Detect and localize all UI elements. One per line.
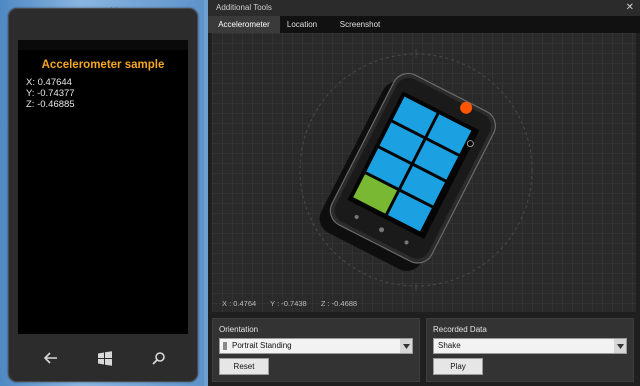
close-icon[interactable]: ✕ xyxy=(626,0,634,16)
reading-x: X: 0.47644 xyxy=(26,77,72,88)
tab-screenshot[interactable]: Screenshot xyxy=(332,16,388,33)
windows-icon[interactable] xyxy=(91,344,119,372)
recorded-data-selected: Shake xyxy=(438,341,461,350)
coord-z: Z : -0.4688 xyxy=(320,299,358,308)
recorded-data-label: Recorded Data xyxy=(433,325,487,334)
status-bar xyxy=(18,40,188,50)
phone-3d-view[interactable] xyxy=(212,33,636,312)
recorded-data-dropdown[interactable]: Shake xyxy=(433,338,627,354)
accelerometer-viewport[interactable]: X : 0.4764 Y : -0.7438 Z : -0.4688 xyxy=(212,33,636,312)
additional-tools-window: Additional Tools ✕ Accelerometer Locatio… xyxy=(208,0,640,386)
orientation-label: Orientation xyxy=(219,325,259,334)
phone-portrait-icon xyxy=(223,342,227,350)
orientation-group: Orientation Portrait Standing Reset xyxy=(212,318,420,382)
coord-y: Y : -0.7438 xyxy=(270,299,307,308)
hardware-buttons xyxy=(18,334,188,382)
phone-frame: Accelerometer sample X: 0.47644 Y: -0.74… xyxy=(8,8,198,382)
search-icon[interactable] xyxy=(145,344,173,372)
chevron-down-icon[interactable] xyxy=(614,339,626,353)
coord-x: X : 0.4764 xyxy=(222,299,257,308)
tools-title: Additional Tools xyxy=(216,3,272,12)
reset-button[interactable]: Reset xyxy=(219,358,269,375)
tab-location[interactable]: Location xyxy=(280,16,324,33)
coordinate-readout: X : 0.4764 Y : -0.7438 Z : -0.4688 xyxy=(222,299,369,308)
phone-3d-model xyxy=(319,72,497,271)
reading-y: Y: -0.74377 xyxy=(26,88,75,99)
phone-screen: Accelerometer sample X: 0.47644 Y: -0.74… xyxy=(18,40,188,334)
back-icon[interactable] xyxy=(37,344,65,372)
chevron-down-icon[interactable] xyxy=(400,339,412,353)
reading-z: Z: -0.46885 xyxy=(26,99,75,110)
recorded-data-group: Recorded Data Shake Play xyxy=(426,318,634,382)
tab-bar: Accelerometer Location Screenshot xyxy=(208,16,640,33)
play-button[interactable]: Play xyxy=(433,358,483,375)
emulator-window: Accelerometer sample X: 0.47644 Y: -0.74… xyxy=(0,0,204,386)
orientation-dropdown[interactable]: Portrait Standing xyxy=(219,338,413,354)
tab-accelerometer[interactable]: Accelerometer xyxy=(208,16,280,33)
tools-titlebar: Additional Tools ✕ xyxy=(208,0,640,16)
app-title: Accelerometer sample xyxy=(41,59,165,71)
orientation-selected: Portrait Standing xyxy=(232,341,292,350)
